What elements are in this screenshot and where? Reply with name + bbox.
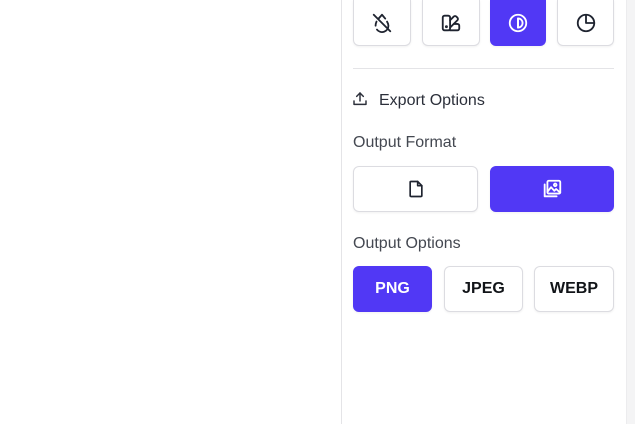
- output-format-label: Output Format: [353, 134, 457, 151]
- option-jpeg-label: JPEG: [462, 280, 505, 297]
- document-icon: [406, 179, 426, 199]
- contrast-button[interactable]: [490, 0, 546, 46]
- option-webp-button[interactable]: WEBP: [534, 266, 614, 312]
- palette-swatch-icon: [440, 12, 462, 34]
- contrast-icon: [507, 12, 529, 34]
- section-divider: [353, 68, 614, 69]
- export-options-title: Export Options: [379, 92, 485, 109]
- pie-chart-icon: [575, 12, 597, 34]
- option-webp-label: WEBP: [550, 280, 598, 297]
- format-document-button[interactable]: [353, 166, 478, 212]
- panel-scrollbar[interactable]: [626, 0, 635, 424]
- output-options-label: Output Options: [353, 235, 461, 252]
- export-options-header: Export Options: [352, 90, 485, 112]
- palette-button[interactable]: [422, 0, 480, 46]
- pie-chart-button[interactable]: [557, 0, 614, 46]
- option-png-label: PNG: [375, 280, 410, 297]
- option-jpeg-button[interactable]: JPEG: [444, 266, 523, 312]
- option-png-button[interactable]: PNG: [353, 266, 432, 312]
- format-image-button[interactable]: [490, 166, 614, 212]
- export-panel: [341, 0, 635, 424]
- image-gallery-icon: [541, 178, 563, 200]
- drop-off-button[interactable]: [353, 0, 411, 46]
- upload-icon: [352, 91, 368, 112]
- drop-off-icon: [371, 12, 393, 34]
